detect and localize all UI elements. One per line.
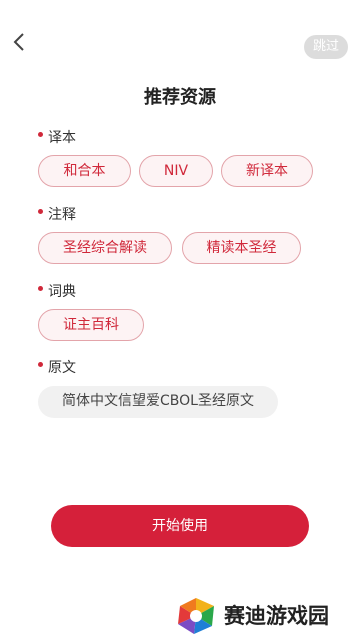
- bullet-dot: [38, 131, 43, 137]
- start-button[interactable]: 开始使用: [51, 505, 309, 547]
- page-title: 推荐资源: [144, 87, 216, 108]
- chip-translation-niv[interactable]: NIV: [139, 155, 213, 187]
- chip-dictionary-encyclopedia[interactable]: 证主百科: [38, 309, 144, 341]
- section-label-translations: 译本: [38, 127, 76, 147]
- watermark: 赛迪游戏园: [168, 592, 356, 640]
- chip-translation-cuv[interactable]: 和合本: [38, 155, 131, 187]
- skip-button[interactable]: 跳过: [303, 35, 348, 59]
- bullet-dot: [38, 208, 43, 214]
- section-label-dictionary: 词典: [38, 281, 76, 301]
- chip-commentary-study[interactable]: 精读本圣经: [182, 232, 301, 264]
- chip-translation-new[interactable]: 新译本: [221, 155, 313, 187]
- section-label-commentary: 注释: [38, 204, 76, 224]
- watermark-text: 赛迪游戏园: [224, 604, 329, 628]
- section-label-original-text: 原文: [38, 357, 76, 377]
- bullet-dot: [38, 285, 43, 291]
- bullet-dot: [38, 361, 43, 367]
- back-chevron-left-icon[interactable]: [8, 30, 32, 54]
- chip-original-cbol[interactable]: 简体中文信望爱CBOL圣经原文: [38, 386, 278, 418]
- watermark-logo-icon: [178, 598, 214, 634]
- chip-commentary-comprehensive[interactable]: 圣经综合解读: [38, 232, 172, 264]
